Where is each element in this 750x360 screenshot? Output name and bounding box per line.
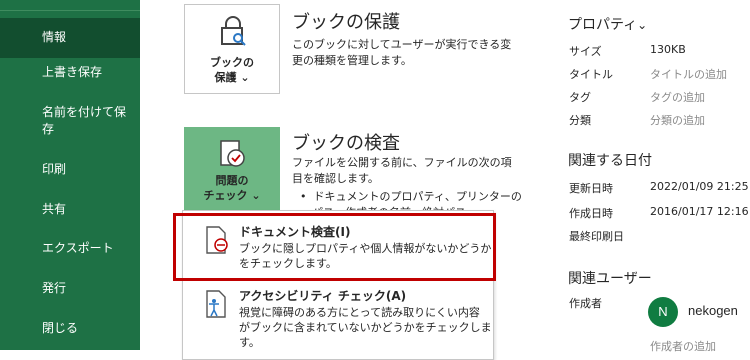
- date-label-modified: 更新日時: [569, 182, 613, 195]
- sidebar-item-share[interactable]: 共有: [0, 201, 140, 218]
- chevron-down-icon: ⌄: [251, 189, 261, 202]
- dates-heading: 関連する日付: [568, 153, 652, 169]
- avatar[interactable]: N: [648, 297, 678, 327]
- menu-item-desc-1: ブックに隠しプロパティや個人情報がないかどうか: [239, 242, 492, 255]
- add-author-link[interactable]: 作成者の追加: [650, 338, 716, 354]
- sidebar-item-export[interactable]: エクスポート: [0, 240, 140, 257]
- author-name[interactable]: nekogen: [688, 303, 738, 318]
- date-value-created: 2016/01/17 12:16: [650, 205, 749, 218]
- protect-title: ブックの保護: [292, 12, 400, 33]
- sidebar-item-close[interactable]: 閉じる: [0, 320, 140, 337]
- date-label-last-printed: 最終印刷日: [569, 230, 624, 243]
- protect-desc-1: このブックに対してユーザーが実行できる変: [292, 38, 512, 51]
- sidebar-item-info[interactable]: 情報: [0, 18, 140, 58]
- sidebar-divider: [0, 10, 140, 11]
- property-label-tags: タグ: [569, 91, 591, 104]
- inspect-tile-label-1: 問題の: [215, 174, 249, 187]
- protect-workbook-button[interactable]: ブックの 保護 ⌄: [184, 4, 280, 94]
- menu-item-inspect-document[interactable]: ドキュメント検査(I) ブックに隠しプロパティや個人情報がないかどうか をチェッ…: [183, 215, 493, 277]
- inspect-desc-1: ファイルを公開する前に、ファイルの次の項: [292, 156, 512, 169]
- properties-heading[interactable]: プロパティ⌄: [568, 14, 647, 34]
- people-heading: 関連ユーザー: [568, 271, 652, 287]
- document-check-icon: [220, 140, 245, 167]
- chevron-down-icon: ⌄: [637, 18, 648, 32]
- menu-item-desc-1: 視覚に障碍のある方にとって読み取りにくい内容: [239, 306, 480, 319]
- menu-item-title: アクセシビリティ チェック(A): [239, 289, 407, 303]
- menu-item-title: ドキュメント検査(I): [239, 225, 351, 239]
- inspect-title: ブックの検査: [292, 133, 400, 154]
- date-value-modified: 2022/01/09 21:25: [650, 180, 749, 193]
- property-label-category: 分類: [569, 114, 591, 127]
- property-value-tags[interactable]: タグの追加: [650, 89, 705, 105]
- menu-item-desc-2: がブックに含まれていないかどうかをチェックします。: [239, 321, 492, 349]
- chevron-down-icon: ⌄: [240, 71, 250, 84]
- lock-icon: [221, 16, 246, 46]
- accessibility-icon: [206, 290, 226, 318]
- author-label: 作成者: [569, 297, 602, 310]
- menu-item-desc-2: をチェックします。: [239, 257, 337, 270]
- property-value-size: 130KB: [650, 43, 686, 56]
- property-value-title[interactable]: タイトルの追加: [650, 66, 727, 82]
- menu-item-accessibility-check[interactable]: アクセシビリティ チェック(A) 視覚に障碍のある方にとって読み取りにくい内容 …: [183, 283, 493, 349]
- sidebar-item-print[interactable]: 印刷: [0, 161, 140, 178]
- property-label-size: サイズ: [569, 45, 602, 58]
- property-label-title: タイトル: [569, 68, 613, 81]
- inspect-desc-2: 目を確認します。: [292, 172, 379, 185]
- check-for-issues-button[interactable]: 問題の チェック ⌄: [184, 127, 280, 215]
- check-issues-menu: ドキュメント検査(I) ブックに隠しプロパティや個人情報がないかどうか をチェッ…: [182, 210, 494, 360]
- sidebar-item-save[interactable]: 上書き保存: [0, 64, 140, 81]
- backstage-sidebar: 情報 上書き保存 名前を付けて保存 印刷 共有 エクスポート 発行 閉じる: [0, 0, 140, 350]
- date-label-created: 作成日時: [569, 207, 613, 220]
- sidebar-item-publish[interactable]: 発行: [0, 280, 140, 297]
- sidebar-item-save-as[interactable]: 名前を付けて保存: [0, 104, 140, 138]
- inspect-tile-label-2: チェック ⌄: [203, 189, 261, 202]
- inspect-bullet-1: • ドキュメントのプロパティ、プリンターの: [300, 190, 522, 203]
- property-value-category[interactable]: 分類の追加: [650, 112, 705, 128]
- protect-desc-2: 更の種類を管理します。: [292, 54, 412, 67]
- inspect-document-icon: [206, 226, 228, 254]
- protect-tile-label-2: 保護 ⌄: [214, 71, 250, 84]
- protect-tile-label-1: ブックの: [210, 56, 254, 69]
